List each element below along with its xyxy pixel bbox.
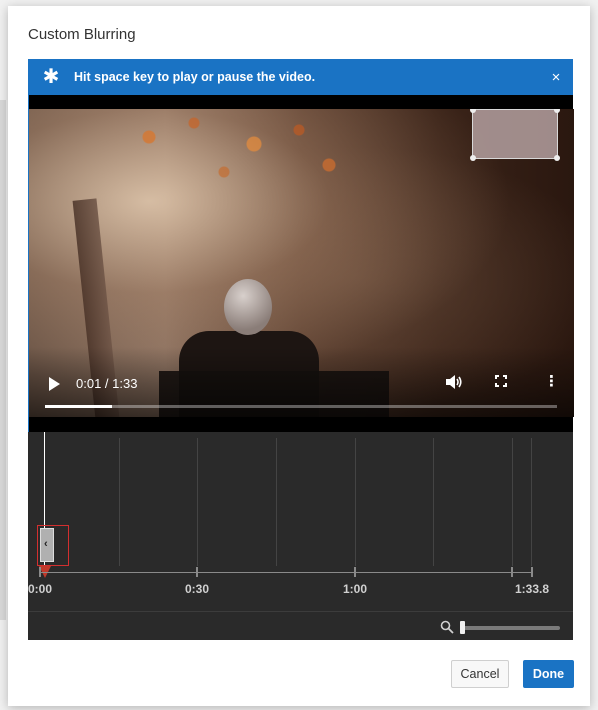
axis-label: 1:33.8	[515, 582, 550, 596]
progress-fill	[45, 405, 112, 408]
axis-label: 1:00	[343, 582, 368, 596]
zoom-slider[interactable]	[462, 626, 560, 630]
grid-line	[433, 438, 434, 566]
axis-tick	[511, 567, 513, 577]
grid-line	[512, 438, 513, 566]
backdrop	[0, 100, 6, 620]
axis-tick	[196, 567, 198, 577]
resize-handle[interactable]	[470, 109, 476, 113]
video-progress-bar[interactable]	[45, 405, 557, 408]
video-content	[224, 279, 272, 335]
close-banner-button[interactable]: ×	[539, 69, 573, 86]
axis-label: 0:30	[185, 582, 210, 596]
video-player[interactable]: 0:01 / 1:33 ⋮	[28, 95, 574, 432]
done-button[interactable]: Done	[523, 660, 574, 688]
banner-message: Hit space key to play or pause the video…	[74, 70, 316, 84]
divider	[28, 611, 573, 612]
zoom-icon[interactable]	[440, 620, 454, 634]
cancel-button[interactable]: Cancel	[451, 660, 509, 688]
axis-tick	[39, 567, 41, 577]
axis-label: 0:00	[28, 582, 53, 596]
axis-tick	[531, 567, 533, 577]
asterisk-icon: ✱	[42, 66, 60, 88]
more-vert-icon[interactable]: ⋮	[544, 374, 559, 390]
blur-timeline[interactable]: ‹ 0:00 0:30 1:00 1:33.8	[28, 432, 573, 640]
volume-icon[interactable]	[445, 374, 463, 395]
zoom-slider-thumb[interactable]	[460, 621, 465, 634]
grid-line	[531, 438, 532, 566]
fullscreen-icon[interactable]	[495, 375, 507, 387]
dialog-title: Custom Blurring	[28, 26, 136, 43]
grid-line	[119, 438, 120, 566]
grid-line	[197, 438, 198, 566]
blur-region[interactable]	[470, 109, 560, 161]
grid-line	[355, 438, 356, 566]
resize-handle[interactable]	[470, 155, 476, 161]
info-banner: ✱ Hit space key to play or pause the vid…	[28, 59, 573, 95]
segment-selection-outline	[37, 525, 69, 566]
axis-tick	[354, 567, 356, 577]
grid-line	[276, 438, 277, 566]
timeline-axis	[40, 572, 533, 573]
resize-handle[interactable]	[554, 109, 560, 113]
custom-blurring-dialog: Custom Blurring ✱ Hit space key to play …	[8, 6, 590, 706]
play-icon[interactable]	[49, 377, 60, 391]
video-frame[interactable]: 0:01 / 1:33 ⋮	[29, 109, 574, 417]
time-display: 0:01 / 1:33	[76, 376, 138, 391]
video-content	[89, 109, 389, 249]
resize-handle[interactable]	[554, 155, 560, 161]
